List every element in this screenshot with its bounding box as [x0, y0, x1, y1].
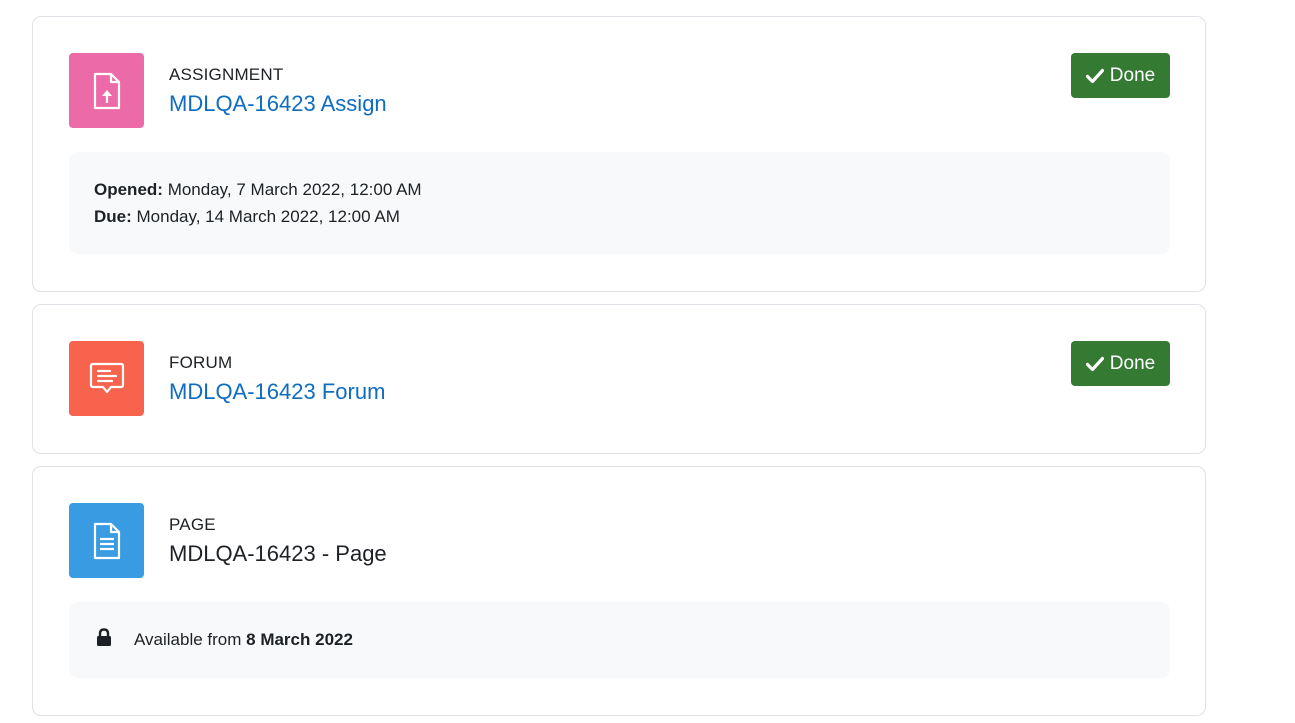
activity-name-link[interactable]: MDLQA-16423 Assign — [169, 91, 387, 117]
check-icon — [1085, 68, 1104, 83]
activity-name-link[interactable]: MDLQA-16423 Forum — [169, 379, 385, 405]
activity-assignment: ASSIGNMENT MDLQA-16423 Assign Done Opene… — [32, 16, 1206, 292]
due-label: Due: — [94, 207, 132, 226]
availability-restriction: Available from 8 March 2022 — [69, 602, 1170, 678]
done-label: Done — [1109, 64, 1156, 86]
due-value: Monday, 14 March 2022, 12:00 AM — [136, 207, 400, 226]
check-icon — [1085, 356, 1104, 371]
availability-prefix: Available from — [134, 630, 242, 649]
assignment-icon-box — [69, 53, 144, 128]
activity-type-label: ASSIGNMENT — [169, 65, 284, 84]
activity-type-label: PAGE — [169, 515, 216, 534]
activity-dates: Opened: Monday, 7 March 2022, 12:00 AM D… — [69, 152, 1170, 254]
completion-done-button[interactable]: Done — [1071, 341, 1170, 386]
forum-icon-box — [69, 341, 144, 416]
completion-done-button[interactable]: Done — [1071, 53, 1170, 98]
done-label: Done — [1109, 352, 1156, 374]
due-date-line: Due: Monday, 14 March 2022, 12:00 AM — [94, 207, 400, 227]
activity-name-link[interactable]: MDLQA-16423 - Page — [169, 541, 387, 567]
forum-chat-icon — [89, 362, 124, 393]
lock-icon — [97, 628, 111, 646]
page-icon-box — [69, 503, 144, 578]
activity-forum: FORUM MDLQA-16423 Forum Done — [32, 304, 1206, 454]
availability-date: 8 March 2022 — [246, 630, 353, 649]
activity-type-label: FORUM — [169, 353, 233, 372]
activity-page: PAGE MDLQA-16423 - Page Available from 8… — [32, 466, 1206, 716]
opened-date-line: Opened: Monday, 7 March 2022, 12:00 AM — [94, 180, 422, 200]
opened-label: Opened: — [94, 180, 163, 199]
assignment-upload-icon — [93, 72, 120, 109]
opened-value: Monday, 7 March 2022, 12:00 AM — [167, 180, 422, 199]
page-document-icon — [93, 522, 120, 559]
availability-text: Available from 8 March 2022 — [134, 630, 353, 650]
